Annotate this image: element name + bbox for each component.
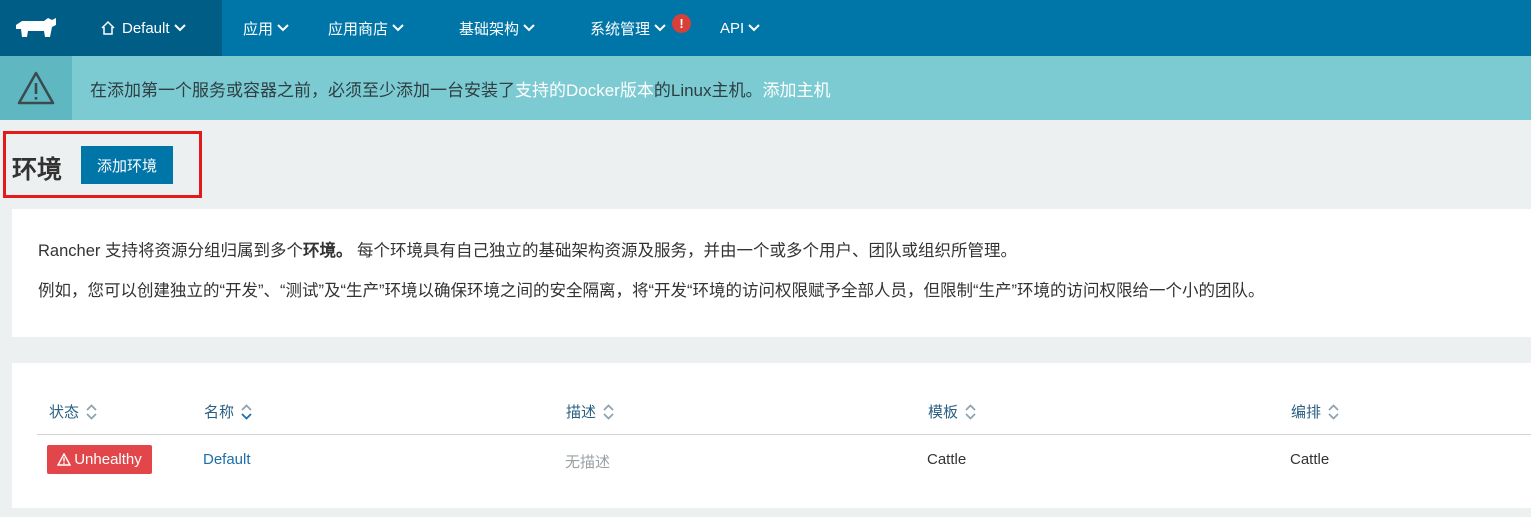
warning-icon [57, 453, 72, 466]
chevron-down-icon [173, 24, 186, 32]
environments-table: 状态 名称 描述 模板 编排 Unhealthy Default 无描述 Cat… [12, 363, 1531, 508]
column-header-label: 编排 [1291, 404, 1322, 421]
environment-name-link[interactable]: Default [203, 451, 251, 468]
column-header-name[interactable]: 名称 [204, 401, 252, 422]
chevron-down-icon [654, 24, 666, 32]
nav-item-label: 应用 [243, 20, 274, 38]
nav-item-api[interactable]: API [720, 0, 760, 56]
banner-text: 在添加第一个服务或容器之前，必须至少添加一台安装了 [90, 80, 515, 100]
table-header-divider [37, 434, 1531, 435]
admin-alert-badge: ! [672, 14, 691, 33]
status-badge: Unhealthy [47, 445, 152, 474]
home-icon [101, 20, 115, 35]
info-text: Rancher 支持将资源分组归属到多个 [38, 242, 303, 260]
column-header-status[interactable]: 状态 [49, 401, 97, 422]
chevron-down-icon [277, 24, 289, 32]
nav-item-label: 系统管理 [590, 20, 651, 38]
environment-switcher[interactable]: Default [72, 0, 222, 56]
column-header-orchestration[interactable]: 编排 [1291, 401, 1339, 422]
info-line-1: Rancher 支持将资源分组归属到多个环境。 每个环境具有自己独立的基础架构资… [38, 237, 1017, 261]
info-panel: Rancher 支持将资源分组归属到多个环境。 每个环境具有自己独立的基础架构资… [12, 209, 1531, 337]
column-header-template[interactable]: 模板 [928, 401, 976, 422]
info-text: 每个环境具有自己独立的基础架构资源及服务，并由一个或多个用户、团队或组织所管理。 [352, 242, 1018, 260]
chevron-down-icon [523, 24, 535, 32]
supported-docker-link[interactable]: 支持的Docker版本 [515, 76, 654, 101]
info-line-2: 例如，您可以创建独立的“开发”、“测试”及“生产”环境以确保环境之间的安全隔离，… [38, 282, 1265, 300]
sort-arrows-icon [241, 403, 252, 420]
warning-banner: 在添加第一个服务或容器之前，必须至少添加一台安装了 支持的Docker版本 的L… [0, 56, 1531, 120]
banner-text: 的Linux主机。 [653, 80, 763, 100]
nav-item-label: API [720, 19, 745, 37]
top-nav: Default 应用 应用商店 基础架构 系统管理 ! API [0, 0, 1531, 56]
chevron-down-icon [748, 24, 760, 32]
rancher-logo-icon[interactable] [0, 0, 72, 56]
info-bold-text: 环境。 [302, 242, 353, 260]
column-header-description[interactable]: 描述 [566, 401, 614, 422]
add-host-link[interactable]: 添加主机 [763, 76, 831, 101]
column-header-label: 描述 [566, 404, 597, 421]
add-environment-button[interactable]: 添加环境 [81, 146, 173, 184]
environment-template: Cattle [927, 451, 967, 468]
page-title: 环境 [12, 156, 63, 184]
environment-name: Default [122, 19, 170, 37]
sort-arrows-icon [1328, 403, 1339, 420]
banner-message: 在添加第一个服务或容器之前，必须至少添加一台安装了 支持的Docker版本 的L… [90, 56, 831, 120]
nav-item-catalog[interactable]: 应用商店 [328, 0, 404, 56]
status-label: Unhealthy [74, 451, 142, 468]
nav-item-label: 基础架构 [459, 20, 520, 38]
nav-item-apps[interactable]: 应用 [243, 0, 289, 56]
nav-item-infrastructure[interactable]: 基础架构 [459, 0, 535, 56]
warning-triangle-icon [0, 56, 72, 120]
chevron-down-icon [392, 24, 404, 32]
column-header-label: 模板 [928, 404, 959, 421]
column-header-label: 状态 [49, 404, 80, 421]
nav-item-admin[interactable]: 系统管理 [590, 0, 666, 56]
nav-item-label: 应用商店 [328, 20, 389, 38]
column-header-label: 名称 [204, 404, 235, 421]
sort-arrows-icon [965, 403, 976, 420]
environment-orchestration: Cattle [1290, 451, 1330, 468]
environment-description: 无描述 [565, 454, 611, 471]
sort-arrows-icon [603, 403, 614, 420]
sort-arrows-icon [86, 403, 97, 420]
